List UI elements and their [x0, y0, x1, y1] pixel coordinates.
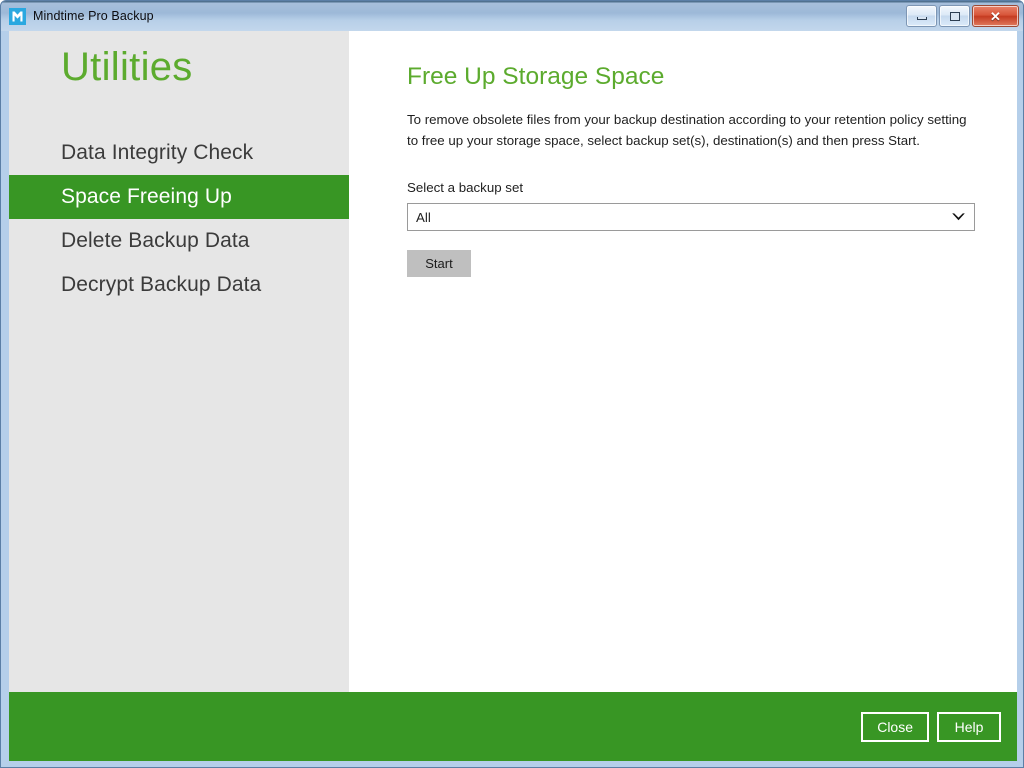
application-window: Mindtime Pro Backup ✕ Utilities Data Int… — [0, 0, 1024, 768]
sidebar-item-data-integrity-check[interactable]: Data Integrity Check — [9, 131, 349, 175]
backup-set-label: Select a backup set — [407, 180, 524, 195]
maximize-button[interactable] — [939, 5, 970, 27]
sidebar-nav: Data Integrity Check Space Freeing Up De… — [9, 131, 349, 307]
app-logo-icon — [9, 7, 26, 25]
sidebar-item-space-freeing-up[interactable]: Space Freeing Up — [9, 175, 349, 219]
window-title: Mindtime Pro Backup — [33, 9, 154, 23]
page-title: Free Up Storage Space — [407, 63, 665, 90]
help-button[interactable]: Help — [937, 712, 1001, 742]
maximize-icon — [949, 11, 960, 21]
sidebar-item-delete-backup-data[interactable]: Delete Backup Data — [9, 219, 349, 263]
chevron-down-icon[interactable] — [942, 212, 974, 222]
footer-button-group: Close Help — [861, 712, 1001, 742]
footer-bar: Close Help — [9, 692, 1017, 761]
backup-set-selected-value: All — [416, 209, 431, 225]
close-button-label: Close — [877, 719, 913, 735]
content-pane: Free Up Storage Space To remove obsolete… — [349, 31, 1017, 692]
sidebar-item-decrypt-backup-data[interactable]: Decrypt Backup Data — [9, 263, 349, 307]
help-button-label: Help — [954, 719, 984, 735]
start-button-label: Start — [425, 256, 453, 271]
sidebar-item-label: Space Freeing Up — [61, 185, 232, 208]
sidebar-item-label: Delete Backup Data — [61, 229, 250, 252]
sidebar-item-label: Data Integrity Check — [61, 141, 254, 164]
title-bar[interactable]: Mindtime Pro Backup ✕ — [1, 1, 1023, 31]
window-controls: ✕ — [906, 5, 1019, 27]
sidebar: Utilities Data Integrity Check Space Fre… — [9, 31, 349, 692]
close-button[interactable]: Close — [861, 712, 929, 742]
close-window-button[interactable]: ✕ — [972, 5, 1019, 27]
page-description: To remove obsolete files from your backu… — [407, 112, 967, 148]
minimize-button[interactable] — [906, 5, 937, 27]
sidebar-item-label: Decrypt Backup Data — [61, 273, 262, 296]
start-button[interactable]: Start — [407, 250, 471, 277]
client-area: Utilities Data Integrity Check Space Fre… — [9, 31, 1017, 761]
backup-set-select[interactable]: All — [407, 203, 975, 231]
close-icon: ✕ — [990, 8, 1001, 24]
sidebar-title: Utilities — [61, 45, 193, 89]
title-bar-left: Mindtime Pro Backup — [9, 1, 154, 31]
minimize-icon — [916, 17, 927, 20]
